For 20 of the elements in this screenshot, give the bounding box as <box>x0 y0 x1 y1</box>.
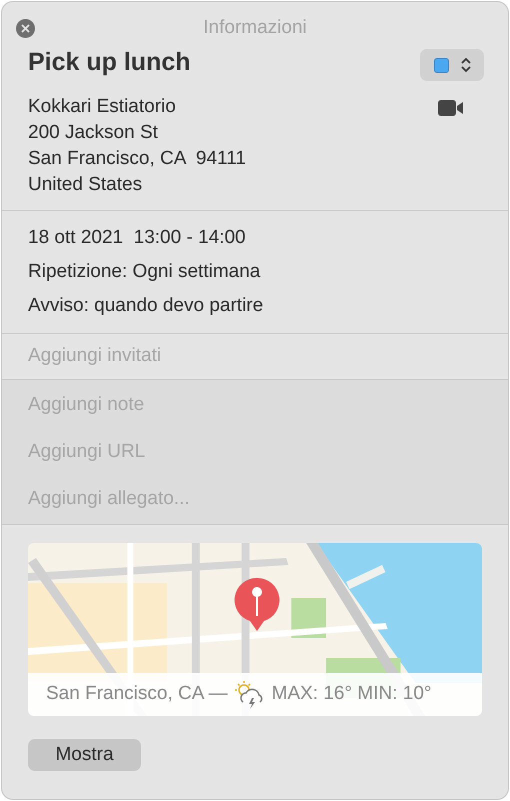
alert-text: Avviso: quando devo partire <box>28 294 264 318</box>
invitees-field[interactable]: Aggiungi invitati <box>28 342 482 371</box>
close-icon <box>21 24 30 33</box>
window-title: Informazioni <box>203 16 307 40</box>
repeat-text: Ripetizione: Ogni settimana <box>28 260 262 284</box>
show-button[interactable]: Mostra <box>28 739 141 771</box>
map-pin-icon <box>234 578 280 632</box>
close-button[interactable] <box>16 19 35 38</box>
address-line: Kokkari Estiatorio <box>28 95 177 119</box>
date-time-text: 18 ott 2021 13:00 - 14:00 <box>28 226 247 250</box>
address-line: San Francisco, CA 94111 <box>28 147 246 171</box>
address-line: United States <box>28 173 144 197</box>
temperature-text: MAX: 16° MIN: 10° <box>272 682 432 706</box>
map[interactable]: San Francisco, CA — MAX: 16° MIN: 10° <box>28 543 482 716</box>
video-camera-icon <box>438 100 464 116</box>
address-line: 200 Jackson St <box>28 121 159 145</box>
calendar-picker[interactable] <box>420 49 484 81</box>
chevron-updown-icon <box>460 57 470 73</box>
weather-location: San Francisco, CA — <box>46 682 228 706</box>
event-title: Pick up lunch <box>28 47 191 78</box>
